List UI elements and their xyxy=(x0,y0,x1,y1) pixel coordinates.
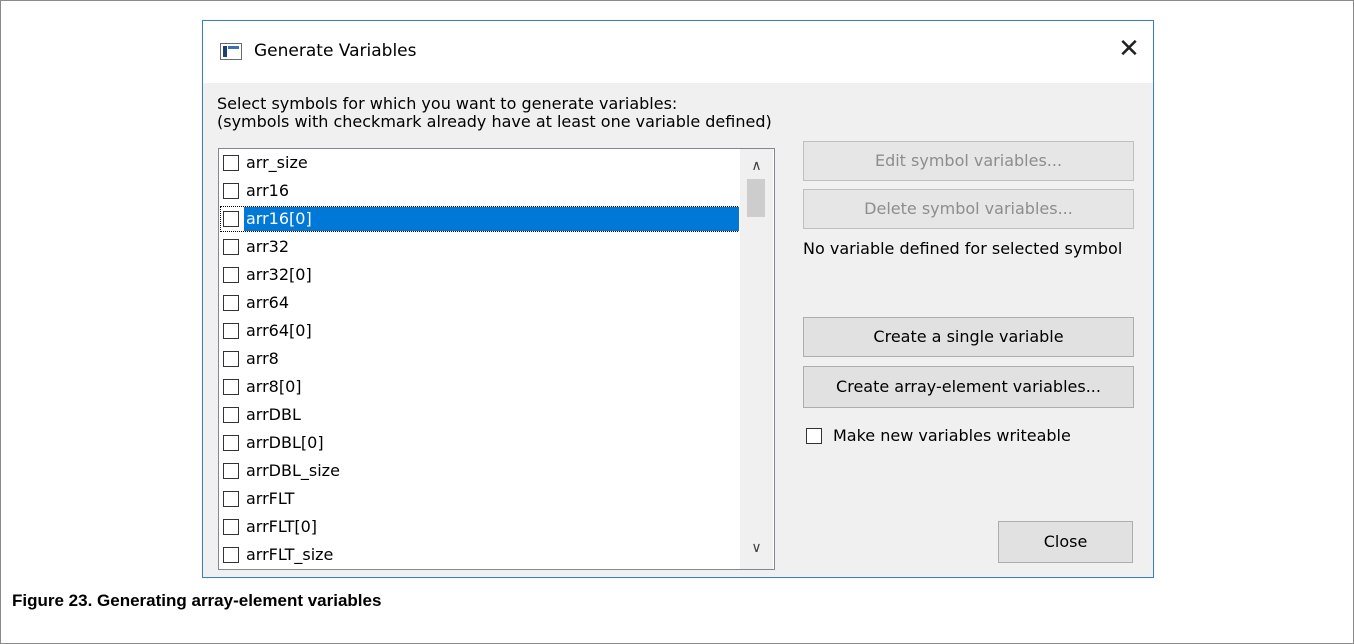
close-icon[interactable]: ✕ xyxy=(1115,35,1143,63)
instruction-line-2: (symbols with checkmark already have at … xyxy=(217,112,772,131)
symbol-label: arr32[0] xyxy=(246,265,312,284)
symbol-label: arrFLT_size xyxy=(246,545,334,564)
symbol-checkbox[interactable] xyxy=(223,547,239,563)
generate-variables-dialog: Generate Variables ✕ Select symbols for … xyxy=(202,20,1154,578)
symbol-label: arr64 xyxy=(246,293,290,312)
symbol-label: arr16 xyxy=(246,181,290,200)
symbol-label: arrDBL xyxy=(246,405,301,424)
title-bar: Generate Variables ✕ xyxy=(203,21,1153,83)
symbol-label: arrFLT xyxy=(246,489,295,508)
symbol-checkbox[interactable] xyxy=(223,295,239,311)
create-single-variable-button[interactable]: Create a single variable xyxy=(803,317,1134,357)
figure-caption: Figure 23. Generating array-element vari… xyxy=(12,591,382,610)
create-array-element-variables-button[interactable]: Create array-element variables... xyxy=(803,366,1134,408)
instruction-text: Select symbols for which you want to gen… xyxy=(217,95,772,131)
symbol-label: arrDBL[0] xyxy=(246,433,324,452)
symbol-label: arrFLT[0] xyxy=(246,517,318,536)
symbol-label: arr8 xyxy=(246,349,279,368)
edit-symbol-variables-button[interactable]: Edit symbol variables... xyxy=(803,141,1134,181)
symbol-label: arr16[0] xyxy=(244,207,739,231)
symbol-label: arr64[0] xyxy=(246,321,312,340)
vertical-scrollbar[interactable]: ∧ ∨ xyxy=(740,149,773,569)
make-writeable-checkbox[interactable] xyxy=(806,428,822,444)
list-item[interactable]: arrDBL xyxy=(221,403,737,427)
list-item[interactable]: arrFLT xyxy=(221,487,737,511)
symbol-checkbox[interactable] xyxy=(223,323,239,339)
scroll-down-icon[interactable]: ∨ xyxy=(740,535,773,561)
symbol-checkbox[interactable] xyxy=(223,491,239,507)
symbol-checkbox[interactable] xyxy=(223,407,239,423)
scrollbar-thumb[interactable] xyxy=(747,179,765,217)
list-item[interactable]: arr8 xyxy=(221,347,737,371)
list-item[interactable]: arrDBL_size xyxy=(221,459,737,483)
symbol-label: arrDBL_size xyxy=(246,461,340,480)
symbol-label: arr8[0] xyxy=(246,377,302,396)
list-item[interactable]: arr64[0] xyxy=(221,319,737,343)
scroll-up-icon[interactable]: ∧ xyxy=(740,153,773,179)
symbol-label: arr_size xyxy=(246,153,308,172)
list-item[interactable]: arrFLT[0] xyxy=(221,515,737,539)
list-item[interactable]: arrFLT_size xyxy=(221,543,737,567)
list-item[interactable]: arr16[0] xyxy=(220,206,739,232)
symbol-checkbox[interactable] xyxy=(223,351,239,367)
symbol-checkbox[interactable] xyxy=(223,155,239,171)
symbols-listbox[interactable]: arr_size arr16 arr16[0] arr32 arr32[0] arr64 a… xyxy=(218,148,775,570)
window-icon xyxy=(220,43,242,60)
symbol-checkbox[interactable] xyxy=(223,379,239,395)
make-writeable-label: Make new variables writeable xyxy=(833,426,1071,445)
dialog-title: Generate Variables xyxy=(254,41,417,61)
list-item[interactable]: arr16 xyxy=(221,179,737,203)
instruction-line-1: Select symbols for which you want to gen… xyxy=(217,94,678,113)
symbol-checkbox[interactable] xyxy=(223,239,239,255)
symbols-list: arr_size arr16 arr16[0] arr32 arr32[0] arr64 a… xyxy=(219,149,739,569)
selected-symbol-status: No variable defined for selected symbol xyxy=(803,239,1123,258)
symbol-checkbox[interactable] xyxy=(223,435,239,451)
symbol-checkbox[interactable] xyxy=(223,267,239,283)
list-item[interactable]: arrDBL[0] xyxy=(221,431,737,455)
symbol-checkbox[interactable] xyxy=(223,463,239,479)
list-item[interactable]: arr32 xyxy=(221,235,737,259)
list-item[interactable]: arr64 xyxy=(221,291,737,315)
close-button[interactable]: Close xyxy=(998,521,1133,563)
delete-symbol-variables-button[interactable]: Delete symbol variables... xyxy=(803,189,1134,229)
symbol-checkbox[interactable] xyxy=(223,519,239,535)
symbol-label: arr32 xyxy=(246,237,290,256)
symbol-checkbox[interactable] xyxy=(223,183,239,199)
symbol-checkbox[interactable] xyxy=(223,211,239,227)
list-item[interactable]: arr_size xyxy=(221,151,737,175)
list-item[interactable]: arr8[0] xyxy=(221,375,737,399)
list-item[interactable]: arr32[0] xyxy=(221,263,737,287)
